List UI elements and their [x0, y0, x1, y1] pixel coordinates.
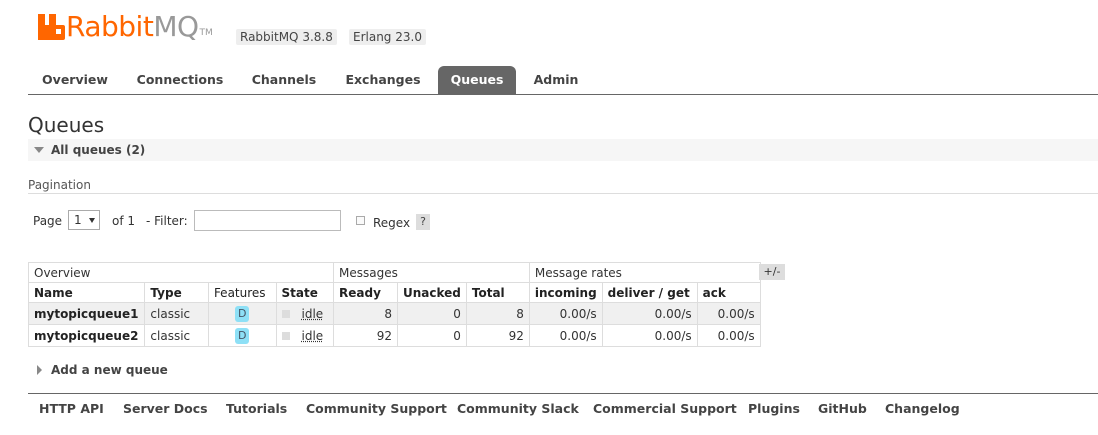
page-count: of 1: [112, 214, 136, 228]
regex-help-button[interactable]: ?: [416, 214, 430, 230]
column-header-state[interactable]: State: [275, 282, 334, 303]
regex-label: Regex: [373, 216, 411, 230]
column-header-total[interactable]: Total: [465, 282, 530, 303]
footer-link-tutorials[interactable]: Tutorials: [226, 401, 287, 416]
deliver-get-rate: 0.00/s: [601, 324, 698, 347]
ready-count: 92: [333, 324, 398, 347]
table-row[interactable]: mytopicqueue1 classic D idle 8 0 8 0.00/…: [27, 302, 761, 325]
durable-badge: D: [235, 305, 250, 322]
state-label: idle: [301, 306, 324, 321]
all-queues-section-toggle[interactable]: All queues (2): [28, 139, 1098, 161]
rabbitmq-logo-icon: [38, 14, 65, 40]
erlang-version: Erlang 23.0: [349, 29, 426, 45]
queue-type: classic: [144, 324, 209, 347]
column-header-incoming[interactable]: incoming: [528, 282, 603, 303]
column-header-unacked[interactable]: Unacked: [397, 282, 467, 303]
page-select[interactable]: 1: [68, 210, 100, 230]
group-header-overview: Overview: [28, 262, 334, 283]
unacked-count: 0: [397, 302, 467, 325]
total-count: 92: [465, 324, 530, 347]
state-indicator-icon: [281, 310, 290, 318]
queue-state: idle: [275, 302, 334, 325]
state-indicator-icon: [281, 332, 290, 340]
footer-link-http-api[interactable]: HTTP API: [39, 401, 104, 416]
logo-trademark: TM: [199, 28, 213, 38]
pagination-label: Pagination: [28, 178, 91, 192]
pagination-divider: [28, 193, 1098, 194]
queue-state: idle: [275, 324, 334, 347]
column-header-ack[interactable]: ack: [696, 282, 761, 303]
ack-rate: 0.00/s: [696, 302, 761, 325]
footer-link-commercial-support[interactable]: Commercial Support: [593, 401, 737, 416]
rabbitmq-logo[interactable]: RabbitMQ TM: [38, 10, 213, 43]
page-select-value: 1: [74, 213, 82, 227]
column-header-type[interactable]: Type: [144, 282, 209, 303]
column-header-deliver-get[interactable]: deliver / get: [601, 282, 698, 303]
ack-rate: 0.00/s: [696, 324, 761, 347]
page-title: Queues: [28, 113, 105, 137]
column-header-features[interactable]: Features: [207, 282, 277, 303]
total-count: 8: [465, 302, 530, 325]
group-header-messages: Messages: [333, 262, 530, 283]
state-label: idle: [301, 328, 324, 343]
durable-badge: D: [235, 327, 250, 344]
queues-table: Overview Messages Message rates Name Typ…: [27, 262, 761, 347]
incoming-rate: 0.00/s: [528, 324, 603, 347]
column-header-ready[interactable]: Ready: [333, 282, 398, 303]
queue-type: classic: [144, 302, 209, 325]
filter-label: - Filter:: [146, 214, 188, 228]
main-nav-tabs: Overview Connections Channels Exchanges …: [28, 66, 1098, 95]
rabbitmq-version: RabbitMQ 3.8.8: [236, 29, 337, 45]
add-queue-toggle[interactable]: Add a new queue: [51, 363, 168, 377]
incoming-rate: 0.00/s: [528, 302, 603, 325]
queue-name-link[interactable]: mytopicqueue2: [27, 324, 146, 347]
deliver-get-rate: 0.00/s: [601, 302, 698, 325]
section-title: All queues (2): [51, 143, 146, 157]
column-toggle-button[interactable]: +/-: [759, 264, 785, 280]
table-row[interactable]: mytopicqueue2 classic D idle 92 0 92 0.0…: [27, 324, 761, 347]
tab-connections[interactable]: Connections: [132, 66, 228, 94]
footer-link-plugins[interactable]: Plugins: [748, 401, 800, 416]
page-label: Page: [33, 214, 63, 228]
regex-checkbox[interactable]: [356, 216, 365, 225]
tab-exchanges[interactable]: Exchanges: [338, 66, 428, 94]
unacked-count: 0: [397, 324, 467, 347]
queue-features: D: [207, 324, 277, 347]
tab-admin[interactable]: Admin: [528, 66, 584, 94]
footer-link-community-support[interactable]: Community Support: [306, 401, 447, 416]
footer-divider: [28, 393, 1098, 394]
filter-input[interactable]: [194, 210, 341, 231]
footer-link-server-docs[interactable]: Server Docs: [123, 401, 208, 416]
queue-features: D: [207, 302, 277, 325]
group-header-message-rates: Message rates: [528, 262, 761, 283]
chevron-down-icon: [89, 218, 95, 223]
footer-link-community-slack[interactable]: Community Slack: [457, 401, 579, 416]
footer-link-changelog[interactable]: Changelog: [885, 401, 960, 416]
tab-queues[interactable]: Queues: [438, 66, 516, 94]
footer-link-github[interactable]: GitHub: [818, 401, 867, 416]
tab-overview[interactable]: Overview: [30, 66, 120, 94]
expand-triangle-icon[interactable]: [37, 365, 42, 375]
ready-count: 8: [333, 302, 398, 325]
logo-text: RabbitMQ: [66, 10, 199, 43]
tab-channels[interactable]: Channels: [244, 66, 324, 94]
collapse-triangle-icon: [34, 147, 44, 153]
queue-name-link[interactable]: mytopicqueue1: [27, 302, 146, 325]
column-header-name[interactable]: Name: [27, 282, 146, 303]
